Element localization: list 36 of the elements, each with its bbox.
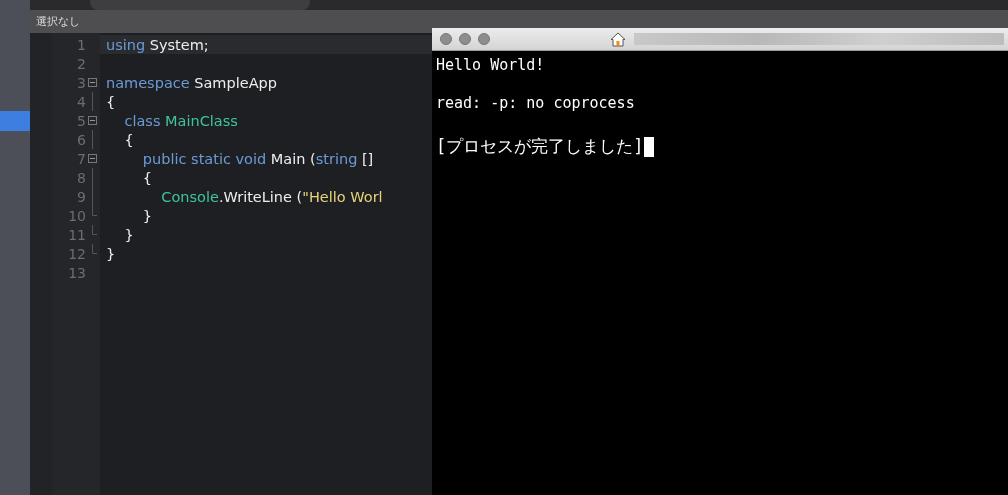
code-line: { [106, 94, 116, 110]
line-number: 7 [77, 150, 86, 167]
code-line: namespace SampleApp [106, 75, 277, 91]
code-line: } [141, 208, 153, 224]
home-icon [610, 31, 626, 47]
line-number: 4 [77, 93, 86, 110]
line-number: 13 [68, 264, 86, 281]
line-number: 3 [77, 74, 86, 91]
code-line: class MainClass [123, 113, 238, 129]
zoom-button[interactable] [478, 33, 490, 45]
collapse-icon[interactable] [88, 154, 97, 163]
code-line: { [123, 132, 134, 148]
code-line: Console.WriteLine ("Hello Worl [160, 189, 383, 205]
line-number: 6 [77, 131, 86, 148]
line-number: 11 [68, 226, 86, 243]
minimize-button[interactable] [459, 33, 471, 45]
line-number: 5 [77, 112, 86, 129]
line-number: 2 [77, 55, 86, 72]
code-line: } [106, 246, 116, 262]
selection-highlight [0, 111, 30, 131]
terminal-output-line: read: -p: no coprocess [436, 94, 635, 113]
code-line: public static void Main (string [] [141, 151, 374, 167]
collapse-icon[interactable] [88, 116, 97, 125]
line-number: 9 [77, 188, 86, 205]
terminal-output-line: Hello World! [436, 56, 545, 75]
terminal-output-line: [プロセスが完了しました] [436, 137, 644, 156]
selection-status: 選択なし [36, 14, 80, 29]
code-line: using System; [106, 37, 209, 53]
line-number: 8 [77, 169, 86, 186]
code-line: { [141, 170, 153, 186]
line-number: 12 [68, 245, 86, 262]
collapse-icon[interactable] [88, 78, 97, 87]
close-button[interactable] [440, 33, 452, 45]
line-number: 10 [68, 207, 86, 224]
code-line: } [123, 227, 134, 243]
line-number: 1 [77, 36, 86, 53]
